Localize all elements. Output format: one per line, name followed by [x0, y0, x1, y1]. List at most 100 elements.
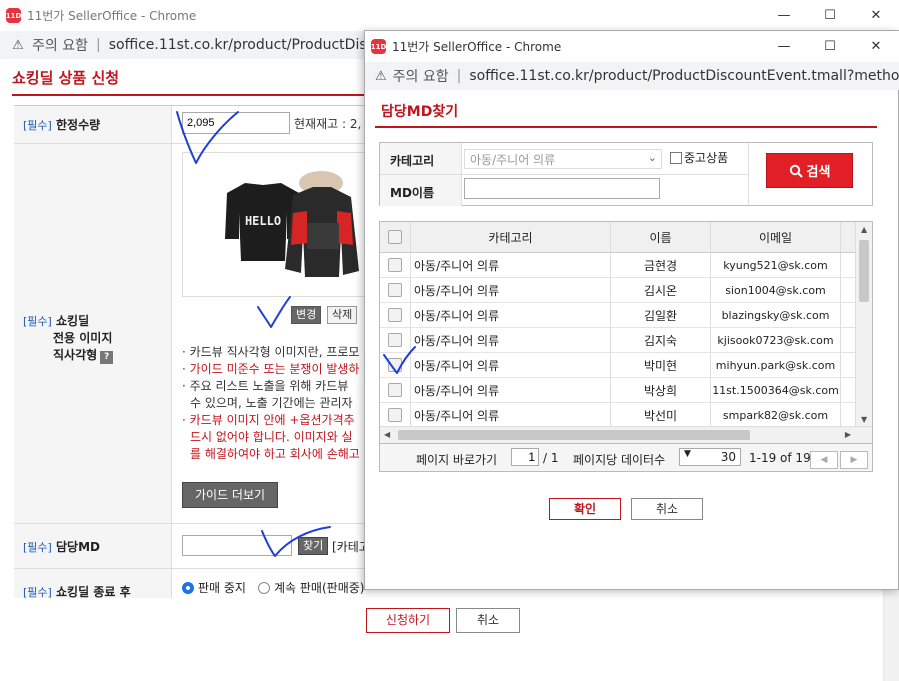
page-goto-label: 페이지 바로가기	[416, 453, 498, 467]
popup-address-bar[interactable]: ⚠ 주의 요함 | soffice.11st.co.kr/product/Pro…	[365, 62, 899, 90]
required-tag: [필수]	[23, 541, 52, 554]
confirm-button[interactable]: 확인	[549, 498, 621, 520]
select-all-checkbox[interactable]	[380, 222, 411, 252]
end-label: [필수] 쇼킹딜 종료 후	[14, 569, 172, 599]
table-row[interactable]: 아동/주니어 의류 김지숙 kjisook0723@sk.com	[380, 328, 856, 353]
category-select-value: 아동/주니어 의류	[470, 153, 556, 167]
next-page-icon[interactable]: ▶	[840, 451, 868, 469]
popup-window-title: 11번가 SellerOffice - Chrome	[392, 40, 562, 54]
row-category: 아동/주니어 의류	[411, 403, 611, 427]
row-category: 아동/주니어 의류	[411, 303, 611, 327]
note-line-6: 드시 없어야 합니다. 이미지와 실	[190, 430, 353, 444]
md-name-input[interactable]	[464, 178, 660, 199]
row-checkbox[interactable]	[380, 278, 411, 302]
minimize-icon[interactable]: —	[761, 31, 807, 62]
row-name: 박미현	[611, 353, 711, 377]
image-label-line2: 전용 이미지	[53, 331, 113, 345]
table-row[interactable]: 아동/주니어 의류 김시온 sion1004@sk.com	[380, 278, 856, 303]
dropdown-arrow-icon: ▼	[684, 449, 691, 459]
note-line-7: 를 해결하여야 하고 회사에 손해고	[190, 447, 360, 461]
search-button-label: 검색	[806, 165, 831, 180]
row-checkbox[interactable]	[380, 353, 411, 377]
radio-continue-sale[interactable]: 계속 판매(판매중)	[258, 579, 364, 596]
warning-icon[interactable]: ⚠	[10, 37, 26, 53]
md-name-label: MD이름	[380, 175, 462, 206]
row-category: 아동/주니어 의류	[411, 378, 611, 402]
page-number-input[interactable]	[511, 448, 539, 466]
row-name: 김시온	[611, 278, 711, 302]
grid-horizontal-scrollbar[interactable]: ◀ ▶	[380, 426, 872, 443]
warning-icon[interactable]: ⚠	[375, 68, 387, 84]
row-name: 금현경	[611, 253, 711, 277]
per-page-value: 30	[720, 450, 736, 464]
maximize-icon[interactable]: ☐	[807, 0, 853, 31]
find-md-button[interactable]: 찾기	[298, 537, 329, 555]
search-icon	[789, 164, 803, 178]
scroll-down-icon[interactable]: ▼	[861, 415, 867, 424]
quantity-input[interactable]	[182, 112, 290, 134]
url-text[interactable]: soffice.11st.co.kr/product/ProductDiscou	[109, 37, 392, 53]
close-icon[interactable]: ✕	[853, 31, 899, 62]
page-title: 쇼킹딜 상품 신청	[12, 69, 120, 87]
row-name: 김일환	[611, 303, 711, 327]
required-tag: [필수]	[23, 119, 52, 132]
guide-more-button[interactable]: 가이드 더보기	[182, 482, 279, 508]
image-label: [필수] 쇼킹딜 전용 이미지 직사각형?	[14, 144, 172, 523]
note-line-1: · 카드뷰 직사각형 이미지란, 프로모	[182, 345, 360, 359]
close-icon[interactable]: ✕	[853, 0, 899, 31]
row-checkbox[interactable]	[380, 378, 411, 402]
row-checkbox[interactable]	[380, 253, 411, 277]
popup-titlebar: 11D 11번가 SellerOffice - Chrome — ☐ ✕	[365, 31, 899, 62]
md-input[interactable]	[182, 535, 292, 556]
row-category: 아동/주니어 의류	[411, 353, 611, 377]
popup-cancel-button[interactable]: 취소	[631, 498, 703, 520]
row-checkbox[interactable]	[380, 328, 411, 352]
category-select[interactable]: 아동/주니어 의류 ⌄	[464, 149, 662, 169]
row-checkbox[interactable]	[380, 303, 411, 327]
search-button[interactable]: 검색	[766, 153, 853, 188]
bottom-actions: 신청하기 취소	[0, 598, 883, 681]
delete-image-button[interactable]: 삭제	[327, 306, 358, 324]
prev-page-icon[interactable]: ◀	[810, 451, 838, 469]
maximize-icon[interactable]: ☐	[807, 31, 853, 62]
change-image-button[interactable]: 변경	[291, 306, 322, 324]
row-category: 아동/주니어 의류	[411, 253, 611, 277]
header-category[interactable]: 카테고리	[411, 222, 611, 252]
table-row[interactable]: 아동/주니어 의류 박상희 11st.1500364@sk.com	[380, 378, 856, 403]
minimize-icon[interactable]: —	[761, 0, 807, 31]
popup-url-text[interactable]: soffice.11st.co.kr/product/ProductDiscou…	[469, 68, 899, 84]
quantity-label: [필수] 한정수량	[14, 106, 172, 143]
main-window-title: 11번가 SellerOffice - Chrome	[27, 9, 197, 23]
submit-button[interactable]: 신청하기	[366, 608, 450, 633]
row-email: sion1004@sk.com	[711, 278, 841, 302]
scroll-right-icon[interactable]: ▶	[845, 430, 851, 439]
table-row[interactable]: 아동/주니어 의류 박선미 smpark82@sk.com	[380, 403, 856, 428]
note-line-4: 수 있으며, 노출 기간에는 관리자	[190, 396, 353, 410]
scroll-up-icon[interactable]: ▲	[861, 225, 867, 234]
grid-header: 카테고리 이름 이메일	[380, 222, 856, 253]
table-row[interactable]: 아동/주니어 의류 박미현 mihyun.park@sk.com	[380, 353, 856, 378]
scroll-left-icon[interactable]: ◀	[384, 430, 390, 439]
image-label-line1: 쇼킹딜	[56, 314, 90, 328]
grid-vertical-scrollbar[interactable]: ▲ ▼	[855, 222, 872, 427]
total-pages: / 1	[543, 451, 559, 465]
cancel-button[interactable]: 취소	[456, 608, 520, 633]
help-icon[interactable]: ?	[100, 351, 114, 364]
row-email: mihyun.park@sk.com	[711, 353, 841, 377]
header-name[interactable]: 이름	[611, 222, 711, 252]
per-page-select[interactable]: ▼ 30	[679, 448, 741, 466]
table-row[interactable]: 아동/주니어 의류 금현경 kyung521@sk.com	[380, 253, 856, 278]
row-email: kyung521@sk.com	[711, 253, 841, 277]
product-image: HELLO	[182, 152, 382, 297]
row-checkbox[interactable]	[380, 403, 411, 427]
used-product-checkbox[interactable]: 중고상품	[670, 149, 728, 166]
radio-stop-sale[interactable]: 판매 중지	[182, 579, 246, 596]
table-row[interactable]: 아동/주니어 의류 김일환 blazingsky@sk.com	[380, 303, 856, 328]
row-name: 김지숙	[611, 328, 711, 352]
record-range: 1-19 of 19	[749, 451, 811, 465]
row-email: kjisook0723@sk.com	[711, 328, 841, 352]
per-page-label: 페이지당 데이터수	[573, 453, 666, 467]
row-category: 아동/주니어 의류	[411, 328, 611, 352]
category-label: 카테고리	[380, 143, 462, 174]
header-email[interactable]: 이메일	[711, 222, 841, 252]
